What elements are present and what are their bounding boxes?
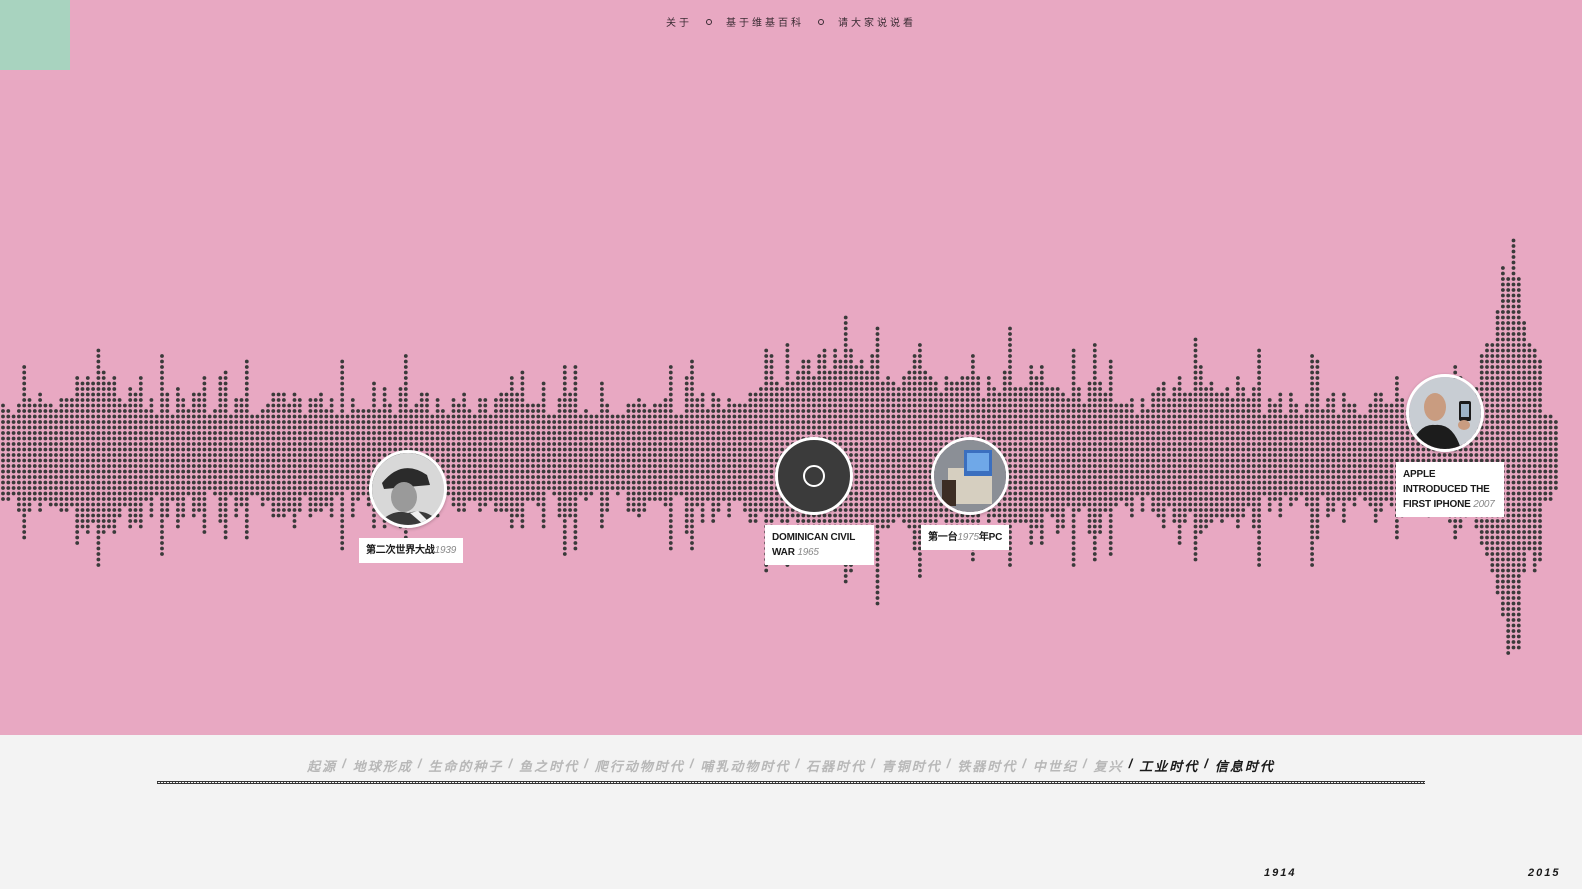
era-separator: /	[871, 756, 877, 771]
event-title: 第一台	[928, 532, 958, 543]
era-separator: /	[689, 756, 696, 771]
event-wwii-label[interactable]: 第二次世界大战1939	[359, 538, 464, 563]
era-item[interactable]: 石器时代	[806, 756, 866, 775]
event-dominican-thumbnail[interactable]	[775, 437, 853, 515]
era-item[interactable]: 铁器时代	[957, 756, 1017, 775]
portrait-photo-icon	[372, 453, 444, 525]
timeline-end-year: 2015	[1528, 867, 1561, 879]
era-item[interactable]: 复兴	[1094, 756, 1124, 775]
era-separator: /	[946, 756, 953, 771]
event-wwii-thumbnail[interactable]	[369, 450, 447, 528]
event-year: 1965	[797, 547, 819, 558]
timeline-start-year: 1914	[1264, 867, 1297, 879]
era-separator: /	[508, 756, 515, 771]
era-item[interactable]: 地球形成	[353, 756, 413, 775]
era-separator: /	[584, 756, 590, 771]
event-dominican-label[interactable]: DOMINICAN CIVIL WAR 1965	[765, 525, 874, 565]
era-item[interactable]: 爬行动物时代	[595, 756, 685, 775]
era-item[interactable]: 鱼之时代	[519, 756, 579, 775]
event-year: 1939	[434, 545, 457, 556]
era-item[interactable]: 生命的种子	[428, 756, 503, 775]
era-navigation: 起源 / 地球形成 / 生命的种子 / 鱼之时代 / 爬行动物时代 / 哺乳动物时代 / 石器时代 / 青铜…	[0, 756, 1582, 775]
event-first-pc-thumbnail[interactable]	[931, 437, 1009, 515]
era-separator: /	[1022, 756, 1028, 771]
computer-photo-icon	[934, 440, 1006, 512]
era-item[interactable]: 起源	[307, 756, 337, 775]
era-separator: /	[417, 756, 424, 771]
circle-placeholder-icon	[803, 465, 825, 487]
event-iphone-label[interactable]: APPLE INTRODUCED THE FIRST IPHONE 2007	[1396, 462, 1504, 517]
event-year: 1975	[957, 532, 979, 543]
era-separator: /	[795, 756, 801, 771]
era-separator: /	[1204, 756, 1210, 771]
era-separator: /	[342, 756, 348, 771]
iphone-presentation-photo-icon	[1409, 377, 1481, 449]
event-iphone-thumbnail[interactable]	[1406, 374, 1484, 452]
era-separator: /	[1128, 756, 1135, 771]
event-first-pc-label[interactable]: 第一台1975年PC	[921, 525, 1010, 550]
era-item[interactable]: 信息时代	[1215, 756, 1275, 775]
era-item[interactable]: 工业时代	[1139, 756, 1199, 775]
event-title: 第二次世界大战	[366, 545, 435, 556]
timeline-scrubber[interactable]	[157, 781, 1425, 784]
event-title-suffix: 年PC	[978, 532, 1003, 543]
era-item[interactable]: 青铜时代	[882, 756, 942, 775]
dot-waveform	[1, 238, 1558, 655]
timeline-stage: 关于 基于维基百科 请大家说说看 第二次世界大战1939 DOMINICAN C…	[0, 0, 1582, 735]
era-item[interactable]: 哺乳动物时代	[700, 756, 790, 775]
era-item[interactable]: 中世纪	[1033, 756, 1078, 775]
era-separator: /	[1082, 756, 1089, 771]
event-year: 2007	[1473, 499, 1495, 510]
